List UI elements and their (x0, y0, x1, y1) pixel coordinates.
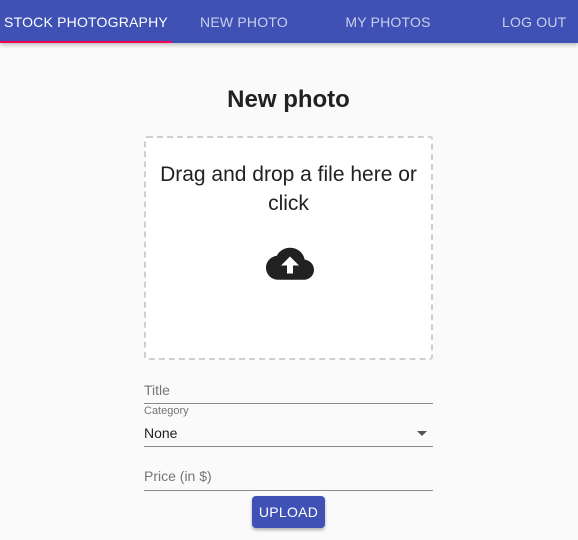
category-value: None (144, 425, 178, 441)
dropzone-text: Drag and drop a file here or click (160, 163, 417, 215)
app-bar: STOCK PHOTOGRAPHY NEW PHOTO MY PHOTOS LO… (0, 0, 578, 43)
tab-new-photo[interactable]: NEW PHOTO (172, 0, 316, 43)
price-field[interactable]: Price (in $) (144, 464, 433, 491)
tab-indicator (0, 41, 172, 43)
tab-label: STOCK PHOTOGRAPHY (4, 13, 168, 30)
tab-my-photos[interactable]: MY PHOTOS (316, 0, 460, 43)
title-field[interactable]: Title (144, 378, 433, 404)
tab-label: NEW PHOTO (200, 13, 288, 30)
tab-label: MY PHOTOS (345, 13, 431, 30)
tab-stock-photography[interactable]: STOCK PHOTOGRAPHY (0, 0, 172, 43)
page-title: New photo (227, 86, 350, 113)
file-dropzone[interactable]: Drag and drop a file here or click (144, 136, 433, 360)
category-label: Category (144, 405, 189, 417)
tab-log-out[interactable]: LOG OUT (460, 0, 578, 43)
price-placeholder: Price (in $) (144, 468, 212, 484)
cloud-upload-icon (266, 247, 314, 280)
upload-button[interactable]: UPLOAD (252, 496, 325, 528)
category-select[interactable]: None (144, 420, 433, 447)
tab-label: LOG OUT (502, 13, 567, 30)
dropdown-arrow-icon (417, 431, 427, 436)
title-placeholder: Title (144, 382, 170, 398)
